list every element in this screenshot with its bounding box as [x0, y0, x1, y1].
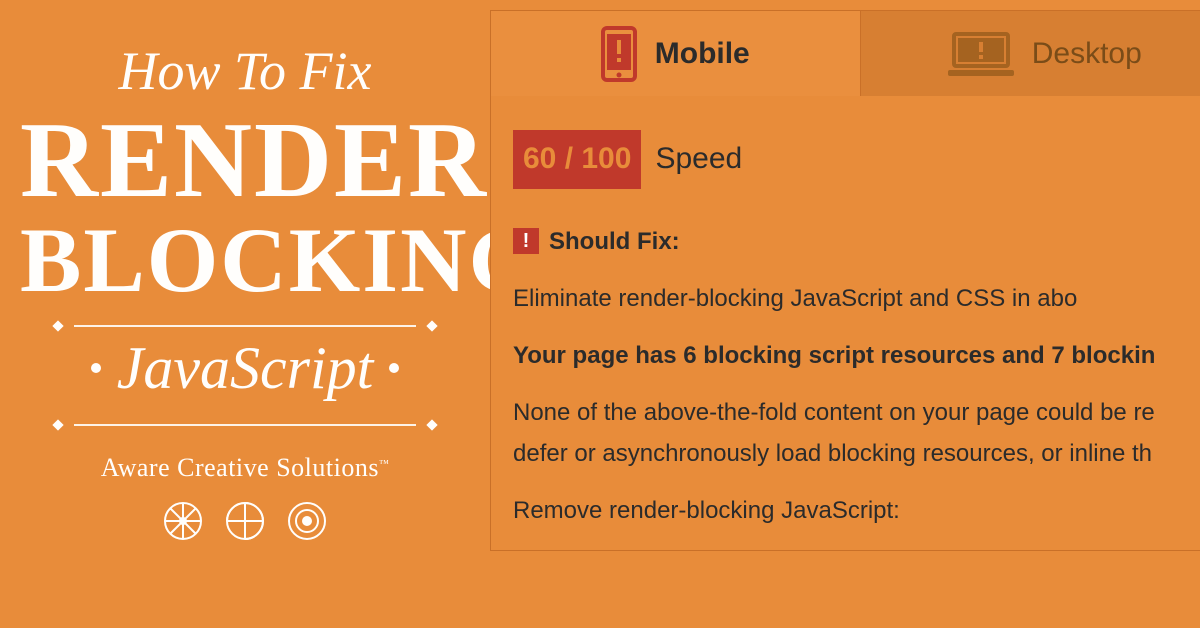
title-script-bottom: JavaScript	[117, 334, 374, 403]
score-row: 60 / 100 Speed	[513, 130, 1200, 189]
score-label: Speed	[655, 136, 742, 183]
issue-action: Remove render-blocking JavaScript:	[513, 492, 1200, 529]
title-card: How To Fix RENDER BLOCKING JavaScript Aw…	[0, 0, 490, 628]
divider	[54, 421, 437, 429]
divider	[54, 322, 437, 330]
desktop-alert-icon	[948, 30, 1014, 78]
decor-dot	[91, 363, 101, 373]
issue-detail-line: defer or asynchronously load blocking re…	[513, 435, 1200, 472]
target-icon	[287, 501, 327, 541]
tab-label: Desktop	[1032, 37, 1142, 71]
issue-summary: Your page has 6 blocking script resource…	[513, 337, 1200, 374]
brand-icons	[20, 501, 470, 541]
issue-title: Eliminate render-blocking JavaScript and…	[513, 280, 1200, 317]
tab-mobile[interactable]: Mobile	[491, 11, 861, 96]
decor-dot	[389, 363, 399, 373]
title-script-top: How To Fix	[20, 40, 470, 102]
issue-detail-line: None of the above-the-fold content on yo…	[513, 394, 1200, 431]
mobile-alert-icon	[601, 26, 637, 82]
title-word-blocking: BLOCKING	[20, 217, 470, 304]
should-fix-label: Should Fix:	[549, 223, 680, 260]
title-script-bottom-row: JavaScript	[20, 334, 470, 403]
pagespeed-panel: Mobile Desktop 60 / 100 Speed ! S	[490, 10, 1200, 551]
compass-icon	[163, 501, 203, 541]
wheel-icon	[225, 501, 265, 541]
tab-bar: Mobile Desktop	[490, 10, 1200, 96]
title-word-render: RENDER	[20, 110, 470, 213]
brand-name: Aware Creative Solutions™	[20, 453, 470, 483]
alert-icon: !	[513, 228, 539, 254]
tab-desktop[interactable]: Desktop	[861, 11, 1200, 96]
results-content: 60 / 100 Speed ! Should Fix: Eliminate r…	[490, 96, 1200, 551]
score-badge: 60 / 100	[513, 130, 641, 189]
should-fix-heading: ! Should Fix:	[513, 223, 1200, 260]
tab-label: Mobile	[655, 37, 750, 71]
